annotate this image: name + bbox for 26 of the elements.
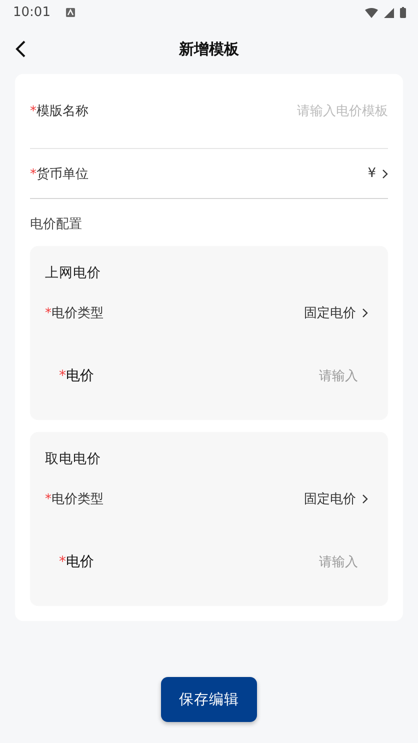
save-button[interactable]: 保存编辑 xyxy=(161,677,257,722)
field-label: *模版名称 xyxy=(30,103,88,120)
group-title: 取电电价 xyxy=(45,450,102,469)
page-title: 新增模板 xyxy=(179,40,239,59)
chevron-icon[interactable] xyxy=(382,168,388,178)
field-label: *电价 xyxy=(59,553,94,571)
field-label: *货币单位 xyxy=(30,166,88,182)
input-field[interactable]: 请输入 xyxy=(198,554,358,570)
status-time: 10:01 xyxy=(13,5,50,20)
input-field[interactable]: 请输入 xyxy=(198,368,358,384)
field-label: *电价类型 xyxy=(45,305,104,322)
notification-icon xyxy=(66,8,76,17)
select-value[interactable]: ¥ xyxy=(368,166,376,181)
back-icon[interactable] xyxy=(15,40,26,58)
signal-icon xyxy=(384,8,394,18)
group-title: 上网电价 xyxy=(45,264,102,283)
select-value[interactable]: 固定电价 xyxy=(304,304,356,322)
wifi-icon xyxy=(365,8,378,18)
chevron-icon[interactable] xyxy=(362,494,368,504)
field-label: *电价 xyxy=(59,367,94,385)
select-value[interactable]: 固定电价 xyxy=(304,490,356,508)
battery-icon xyxy=(400,7,406,18)
chevron-icon[interactable] xyxy=(362,308,368,318)
section-title: 电价配置 xyxy=(30,216,83,234)
field-label: *电价类型 xyxy=(45,491,104,508)
input-field[interactable]: 请输入电价模板 xyxy=(228,104,388,118)
